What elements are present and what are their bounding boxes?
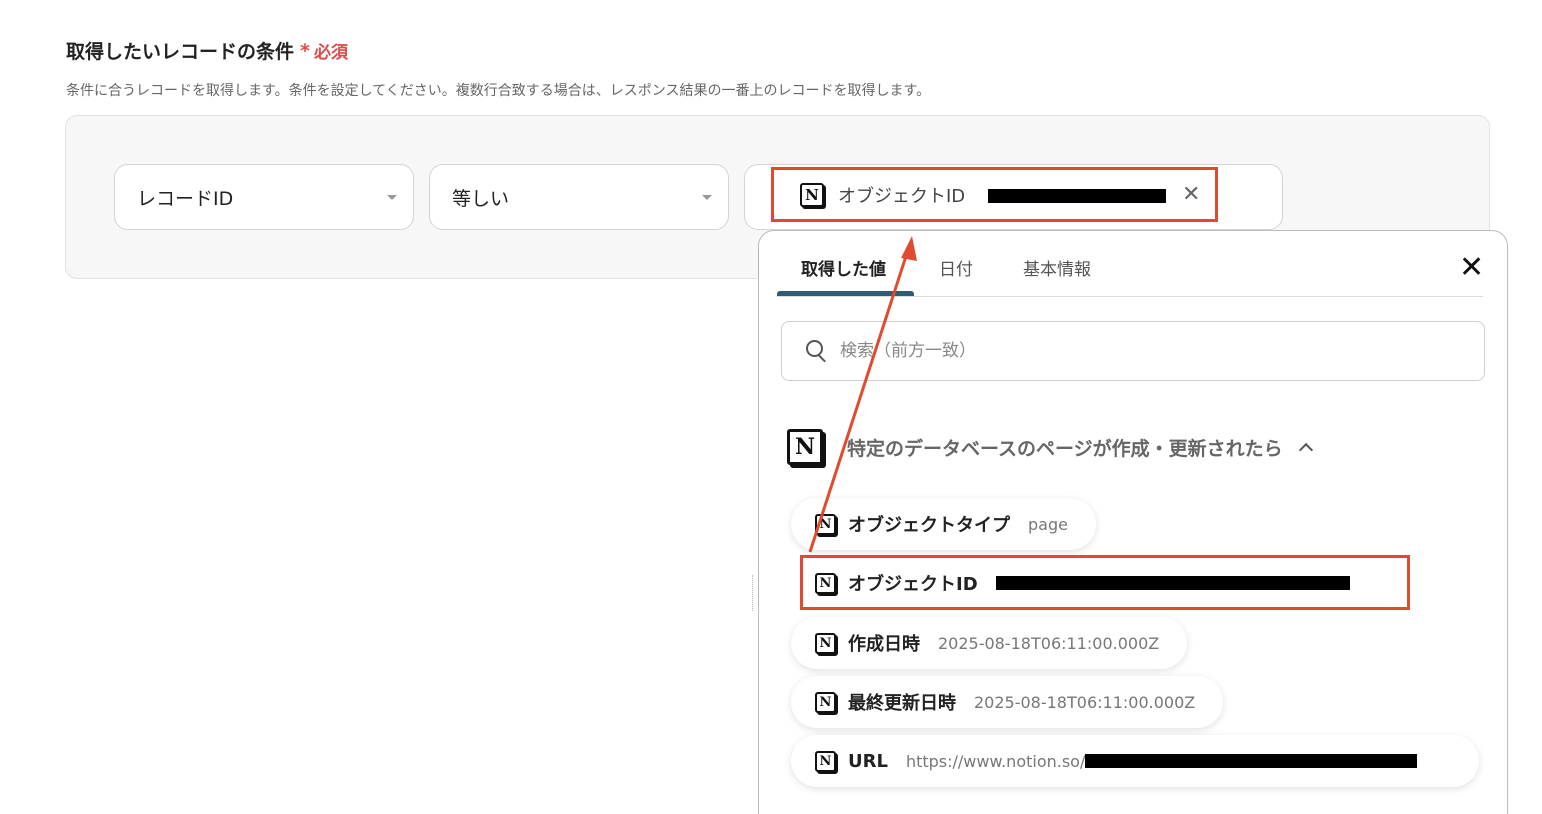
group-title: 特定のデータベースのページが作成・更新されたら: [847, 437, 1283, 460]
list-item[interactable]: N オブジェクトタイプ page: [791, 498, 1096, 550]
close-icon[interactable]: ✕: [1182, 184, 1200, 206]
tab-date[interactable]: 日付: [939, 255, 973, 280]
redacted-value: [1085, 754, 1418, 768]
item-label: オブジェクトID: [848, 574, 978, 595]
tab-bar: 取得した値 日付 基本情報: [777, 231, 1483, 297]
redacted-value: [995, 576, 1350, 590]
list-item[interactable]: N 最終更新日時 2025-08-18T06:11:00.000Z: [791, 676, 1224, 728]
item-label: オブジェクトタイプ: [848, 515, 1010, 536]
section-description: 条件に合うレコードを取得します。条件を設定してください。複数行合致する場合は、レ…: [66, 83, 931, 99]
operator-select[interactable]: 等しい: [429, 164, 729, 230]
value-chip[interactable]: N オブジェクトID ✕: [771, 167, 1218, 222]
value-picker-panel: 取得した値 日付 基本情報 ✕ N 特定のデータベースのページが作成・更新された…: [758, 230, 1508, 814]
item-value: https://www.notion.so/: [905, 751, 1086, 771]
search-field[interactable]: [781, 321, 1485, 381]
item-value: 2025-08-18T06:11:00.000Z: [938, 633, 1160, 653]
notion-icon: N: [815, 691, 836, 713]
notion-icon: N: [815, 632, 836, 654]
search-input[interactable]: [840, 341, 1440, 361]
notion-icon: N: [815, 750, 836, 772]
active-tab-indicator: [777, 291, 914, 296]
required-label: 必須: [313, 43, 348, 63]
item-label: URL: [848, 750, 888, 772]
redacted-value: [988, 189, 1166, 203]
notion-icon: N: [787, 429, 823, 465]
item-label: 最終更新日時: [848, 693, 956, 714]
section-title-text: 取得したいレコードの条件: [66, 41, 295, 63]
value-chip-label: オブジェクトID: [838, 185, 966, 207]
tab-basic-info[interactable]: 基本情報: [1023, 255, 1091, 280]
field-select-value: レコードID: [137, 187, 234, 210]
notion-icon: N: [815, 513, 836, 535]
item-value: page: [1028, 514, 1068, 534]
dropdown-caret-icon: [702, 195, 712, 200]
chevron-up-icon[interactable]: [1298, 442, 1313, 458]
section-title: 取得したいレコードの条件 * 必須: [66, 37, 348, 64]
field-select[interactable]: レコードID: [114, 164, 414, 230]
close-icon[interactable]: ✕: [1459, 253, 1484, 283]
list-item[interactable]: N URL https://www.notion.so/: [791, 735, 1479, 787]
notion-icon: N: [800, 182, 824, 207]
divider: [752, 575, 755, 611]
group-header[interactable]: N 特定のデータベースのページが作成・更新されたら: [787, 429, 1313, 465]
item-label: 作成日時: [848, 634, 920, 655]
required-mark: *: [300, 39, 310, 62]
item-value: 2025-08-18T06:11:00.000Z: [974, 692, 1196, 712]
operator-select-value: 等しい: [452, 187, 510, 210]
list-item[interactable]: N 作成日時 2025-08-18T06:11:00.000Z: [791, 617, 1188, 669]
list-item[interactable]: N オブジェクトID: [791, 557, 1378, 609]
search-icon: [806, 340, 828, 363]
dropdown-caret-icon: [387, 195, 397, 200]
tab-retrieved-values[interactable]: 取得した値: [801, 255, 886, 280]
notion-icon: N: [815, 572, 836, 594]
